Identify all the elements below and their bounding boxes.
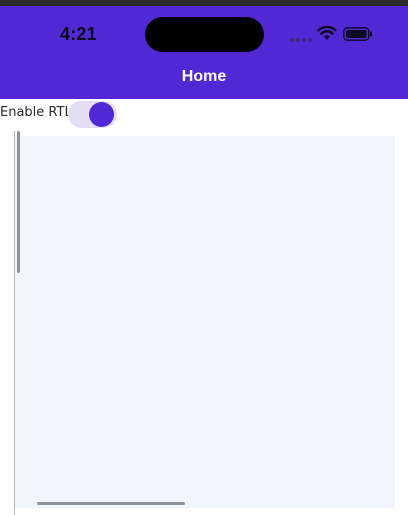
signal-dots-icon <box>290 38 312 42</box>
enable-rtl-toggle-thumb[interactable] <box>89 102 114 127</box>
status-time: 4:21 <box>60 24 97 44</box>
enable-rtl-label: Enable RTL <box>0 105 72 120</box>
vertical-scrollbar[interactable] <box>17 131 20 273</box>
horizontal-scrollbar[interactable] <box>37 502 185 505</box>
app-header: 4:21 Home <box>0 6 408 99</box>
scroll-content-area[interactable] <box>15 136 395 508</box>
enable-rtl-row: Enable RTL <box>0 99 408 129</box>
battery-icon <box>343 27 372 41</box>
page-title: Home <box>181 68 227 85</box>
wifi-icon <box>317 25 337 40</box>
dynamic-island <box>145 17 264 52</box>
